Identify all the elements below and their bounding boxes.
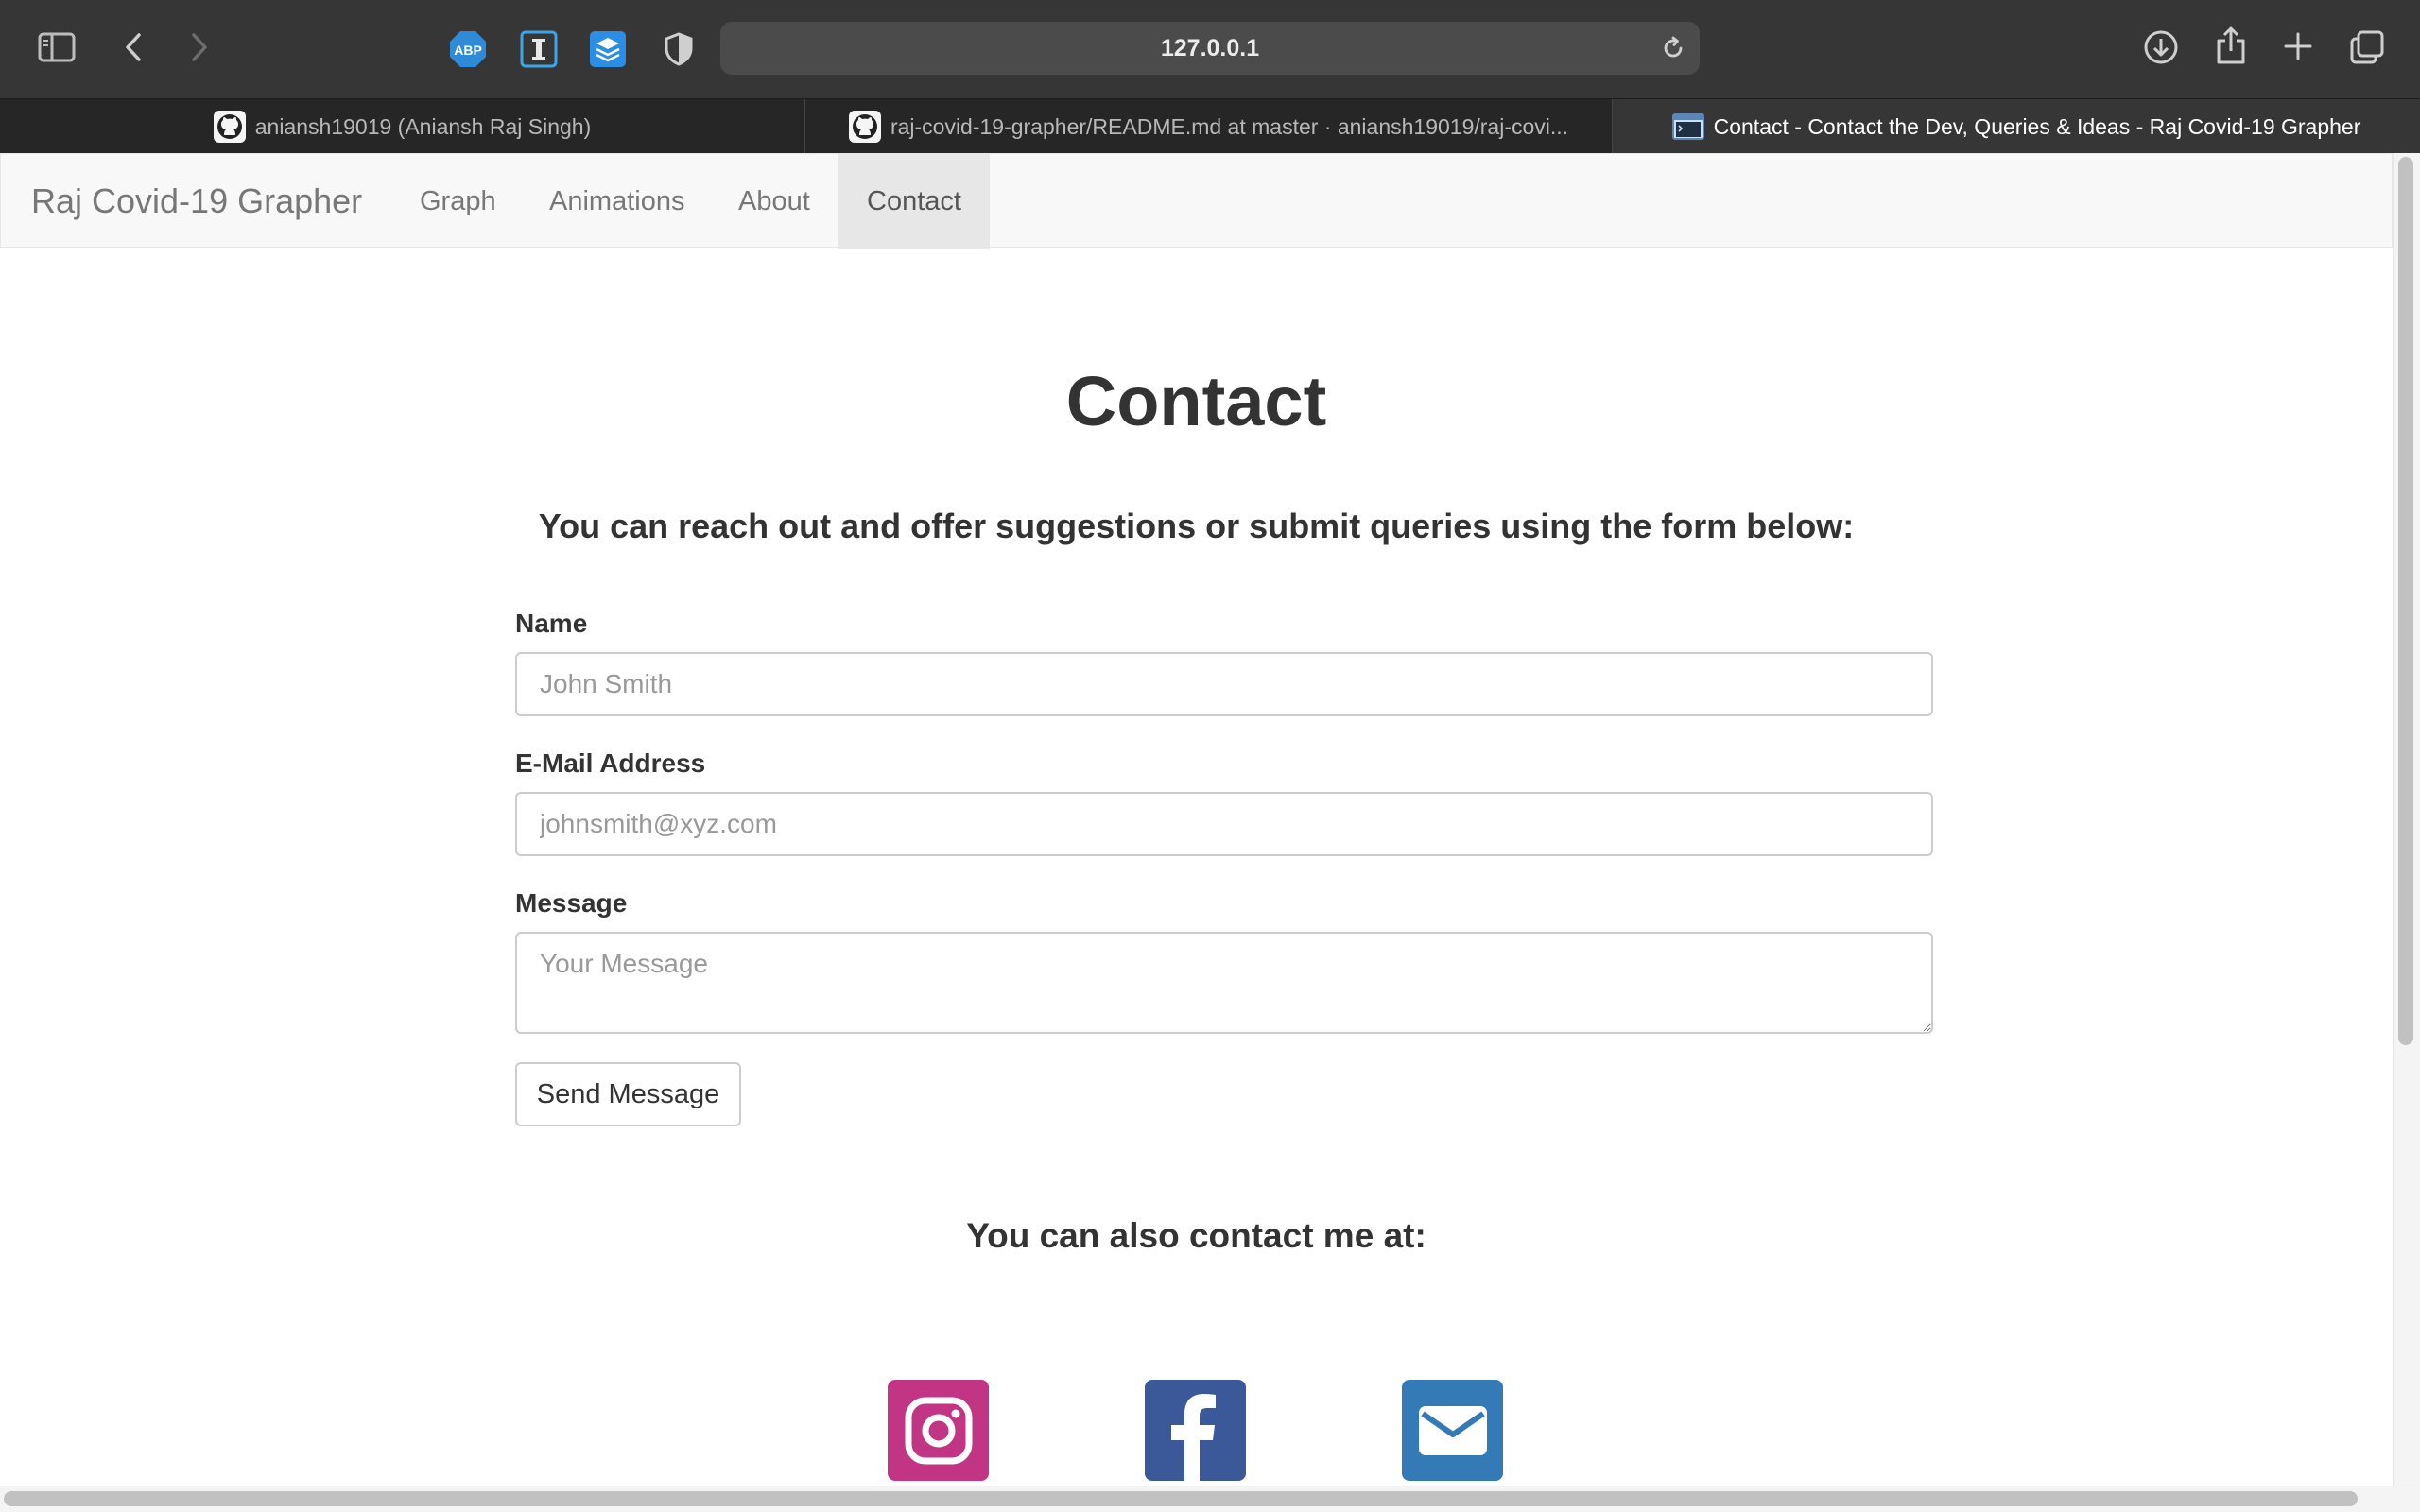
instapaper-icon[interactable] xyxy=(519,29,559,69)
email-input[interactable] xyxy=(515,792,1933,856)
name-input[interactable] xyxy=(515,652,1933,716)
facebook-link[interactable] xyxy=(1145,1380,1246,1481)
site-navbar: Raj Covid-19 Grapher Graph Animations Ab… xyxy=(0,153,2393,249)
tab-title: Contact - Contact the Dev, Queries & Ide… xyxy=(1713,113,2361,139)
tab-contact[interactable]: Contact - Contact the Dev, Queries & Ide… xyxy=(1613,99,2420,154)
web-page: Raj Covid-19 Grapher Graph Animations Ab… xyxy=(0,153,2393,1486)
tab-bar: aniansh19019 (Aniansh Raj Singh) raj-cov… xyxy=(0,98,2420,154)
page-lead: You can reach out and offer suggestions … xyxy=(538,507,1855,545)
tab-github-profile[interactable]: aniansh19019 (Aniansh Raj Singh) xyxy=(0,99,805,154)
tab-overview-icon[interactable] xyxy=(2348,28,2386,66)
tab-title: raj-covid-19-grapher/README.md at master… xyxy=(890,113,1569,139)
page-title: Contact xyxy=(1065,362,1327,440)
email-label: E-Mail Address xyxy=(515,748,706,778)
email-link[interactable] xyxy=(1402,1380,1503,1481)
buffer-icon[interactable] xyxy=(588,29,628,69)
downloads-icon[interactable] xyxy=(2142,28,2180,66)
reload-icon[interactable] xyxy=(1660,35,1686,66)
site-brand[interactable]: Raj Covid-19 Grapher xyxy=(31,154,362,249)
name-label: Name xyxy=(515,609,588,638)
svg-text:ABP: ABP xyxy=(454,43,482,58)
forward-icon[interactable] xyxy=(185,30,214,64)
share-icon[interactable] xyxy=(2212,25,2250,66)
message-textarea[interactable] xyxy=(515,932,1933,1034)
new-tab-icon[interactable] xyxy=(2280,28,2316,64)
url-text[interactable]: 127.0.0.1 xyxy=(720,22,1700,75)
horizontal-scrollbar-thumb[interactable] xyxy=(4,1491,2358,1506)
github-icon xyxy=(848,111,881,143)
vertical-scrollbar-thumb[interactable] xyxy=(2398,157,2413,1045)
adblock-plus-icon[interactable]: ABP xyxy=(448,29,488,69)
sidebar-toggle-icon[interactable] xyxy=(36,30,78,64)
instagram-link[interactable] xyxy=(888,1380,989,1481)
nav-link-graph[interactable]: Graph xyxy=(420,154,496,249)
nav-link-about[interactable]: About xyxy=(738,154,810,249)
nav-link-contact[interactable]: Contact xyxy=(838,154,990,249)
facebook-icon xyxy=(1171,1394,1216,1481)
github-icon xyxy=(213,111,246,143)
nav-link-animations[interactable]: Animations xyxy=(549,154,684,249)
contact-alternatives-heading: You can also contact me at: xyxy=(966,1216,1426,1255)
message-label: Message xyxy=(515,888,628,918)
privacy-shield-icon[interactable] xyxy=(659,29,699,69)
instagram-icon xyxy=(905,1397,972,1464)
terminal-icon xyxy=(1671,113,1704,140)
address-bar[interactable]: 127.0.0.1 xyxy=(720,22,1700,75)
browser-toolbar: ABP 127.0.0.1 xyxy=(0,0,2420,98)
back-icon[interactable] xyxy=(119,30,147,64)
send-message-button[interactable]: Send Message xyxy=(515,1062,741,1126)
tab-title: aniansh19019 (Aniansh Raj Singh) xyxy=(254,113,592,139)
email-icon xyxy=(1418,1405,1487,1455)
tab-github-readme[interactable]: raj-covid-19-grapher/README.md at master… xyxy=(805,99,1613,154)
